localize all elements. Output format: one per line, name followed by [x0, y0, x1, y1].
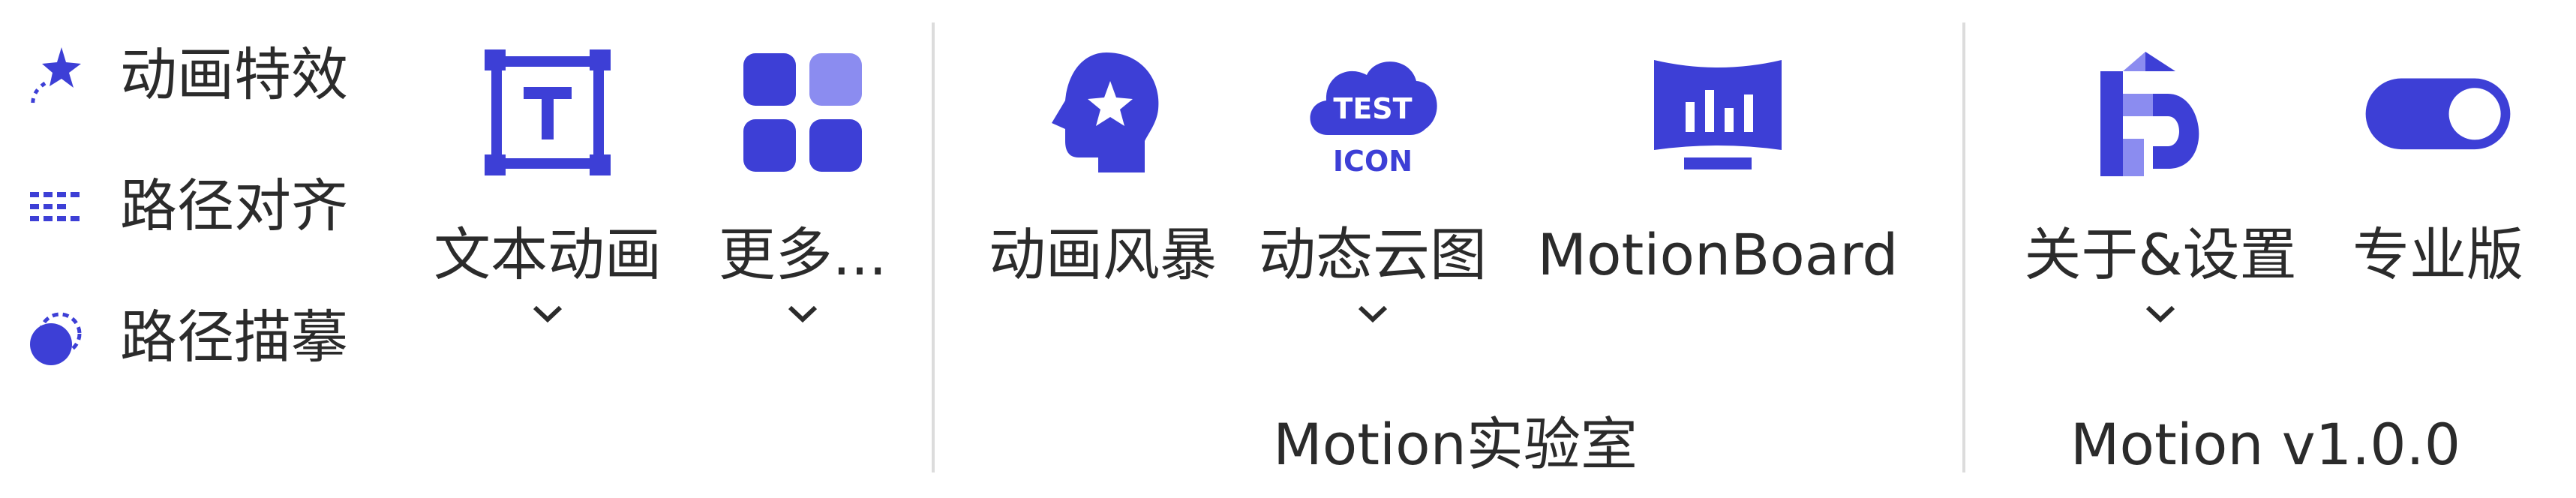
head-star-icon — [1028, 38, 1178, 188]
ribbon-toolbar: 动画特效 路径对齐 路径描摹 文本动画 更多... 动画风暴 TEST ICON… — [0, 0, 2576, 498]
sparkle-animation-icon — [23, 41, 90, 109]
pro-version-button[interactable]: 专业版 — [2325, 38, 2550, 284]
about-settings-button[interactable]: 关于&设置 — [2010, 38, 2310, 326]
group-label-version: Motion v1.0.0 — [2070, 411, 2461, 478]
animation-storm-label: 动画风暴 — [989, 221, 1217, 288]
motionboard-label: MotionBoard — [1537, 221, 1899, 288]
motionboard-button[interactable]: MotionBoard — [1515, 38, 1920, 284]
grid-apps-icon — [728, 38, 878, 188]
cloud-icon-text-bottom: ICON — [1333, 145, 1413, 178]
pro-version-label: 专业版 — [2352, 221, 2523, 288]
path-align-label: 路径对齐 — [120, 172, 348, 239]
chevron-down-icon[interactable] — [785, 303, 820, 326]
group-label-lab: Motion实验室 — [1273, 411, 1638, 478]
chevron-down-icon[interactable] — [530, 303, 565, 326]
about-settings-label: 关于&设置 — [2024, 221, 2297, 288]
path-align-button[interactable]: 路径对齐 — [23, 161, 348, 251]
dotted-align-icon — [23, 172, 90, 240]
animation-effects-label: 动画特效 — [120, 41, 348, 108]
more-button[interactable]: 更多... — [690, 38, 915, 326]
group-divider — [1962, 22, 1965, 472]
dynamic-cloud-label: 动态云图 — [1259, 221, 1487, 288]
toggle-icon — [2363, 38, 2513, 188]
path-trace-icon — [23, 304, 90, 371]
md-logo-icon — [2085, 38, 2235, 188]
monitor-chart-icon — [1643, 38, 1793, 188]
cloud-test-icon: TEST ICON — [1298, 38, 1448, 188]
text-frame-icon — [473, 38, 623, 188]
animation-storm-button[interactable]: 动画风暴 — [975, 38, 1230, 284]
path-trace-button[interactable]: 路径描摹 — [23, 292, 348, 382]
text-animation-button[interactable]: 文本动画 — [420, 38, 675, 326]
cloud-icon-text-top: TEST — [1333, 92, 1412, 125]
chevron-down-icon[interactable] — [1356, 303, 1390, 326]
chevron-down-icon[interactable] — [2143, 303, 2178, 326]
animation-effects-button[interactable]: 动画特效 — [23, 30, 348, 120]
more-label: 更多... — [718, 221, 887, 288]
group-divider — [932, 22, 935, 472]
path-trace-label: 路径描摹 — [120, 304, 348, 370]
text-animation-label: 文本动画 — [434, 221, 662, 288]
dynamic-cloud-button[interactable]: TEST ICON 动态云图 — [1245, 38, 1500, 326]
